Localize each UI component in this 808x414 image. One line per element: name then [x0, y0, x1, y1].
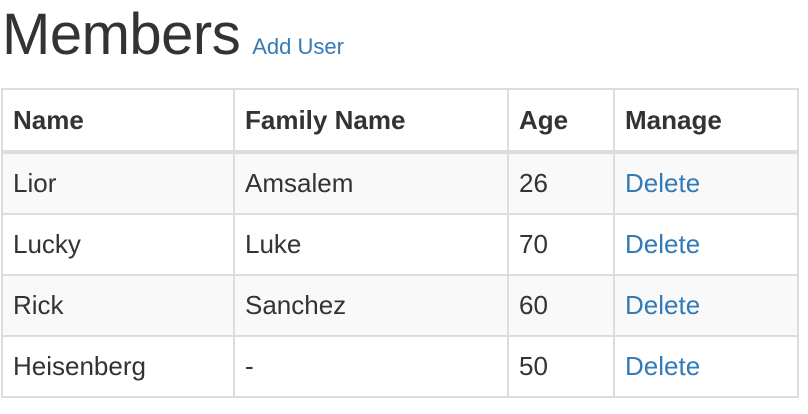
- cell-family-name: -: [233, 335, 509, 398]
- table-row: Heisenberg - 50 Delete: [1, 335, 799, 398]
- table-row: Rick Sanchez 60 Delete: [1, 274, 799, 337]
- column-header-age: Age: [507, 88, 615, 154]
- column-header-family-name: Family Name: [233, 88, 509, 154]
- table-body: Lior Amsalem 26 Delete Lucky Luke 70 Del…: [1, 151, 799, 398]
- cell-name: Lucky: [1, 213, 235, 276]
- cell-age: 26: [507, 151, 615, 215]
- table-row: Lior Amsalem 26 Delete: [1, 151, 799, 215]
- delete-link[interactable]: Delete: [625, 290, 700, 320]
- page-header: Members Add User: [2, 0, 344, 80]
- cell-name: Heisenberg: [1, 335, 235, 398]
- cell-name: Lior: [1, 151, 235, 215]
- page-title: Members: [2, 2, 241, 67]
- table-header-row: Name Family Name Age Manage: [1, 88, 799, 154]
- cell-name: Rick: [1, 274, 235, 337]
- cell-manage: Delete: [613, 274, 799, 337]
- delete-link[interactable]: Delete: [625, 168, 700, 198]
- cell-family-name: Sanchez: [233, 274, 509, 337]
- cell-manage: Delete: [613, 213, 799, 276]
- column-header-name: Name: [1, 88, 235, 154]
- cell-age: 70: [507, 213, 615, 276]
- table-row: Lucky Luke 70 Delete: [1, 213, 799, 276]
- members-page: Members Add User Name Family Name Age Ma…: [0, 0, 808, 414]
- add-user-link[interactable]: Add User: [252, 34, 344, 60]
- column-header-manage: Manage: [613, 88, 799, 154]
- members-table: Name Family Name Age Manage Lior Amsalem…: [1, 88, 799, 398]
- cell-age: 60: [507, 274, 615, 337]
- cell-family-name: Luke: [233, 213, 509, 276]
- delete-link[interactable]: Delete: [625, 229, 700, 259]
- cell-manage: Delete: [613, 335, 799, 398]
- table-header: Name Family Name Age Manage: [1, 88, 799, 154]
- cell-manage: Delete: [613, 151, 799, 215]
- delete-link[interactable]: Delete: [625, 351, 700, 381]
- cell-age: 50: [507, 335, 615, 398]
- cell-family-name: Amsalem: [233, 151, 509, 215]
